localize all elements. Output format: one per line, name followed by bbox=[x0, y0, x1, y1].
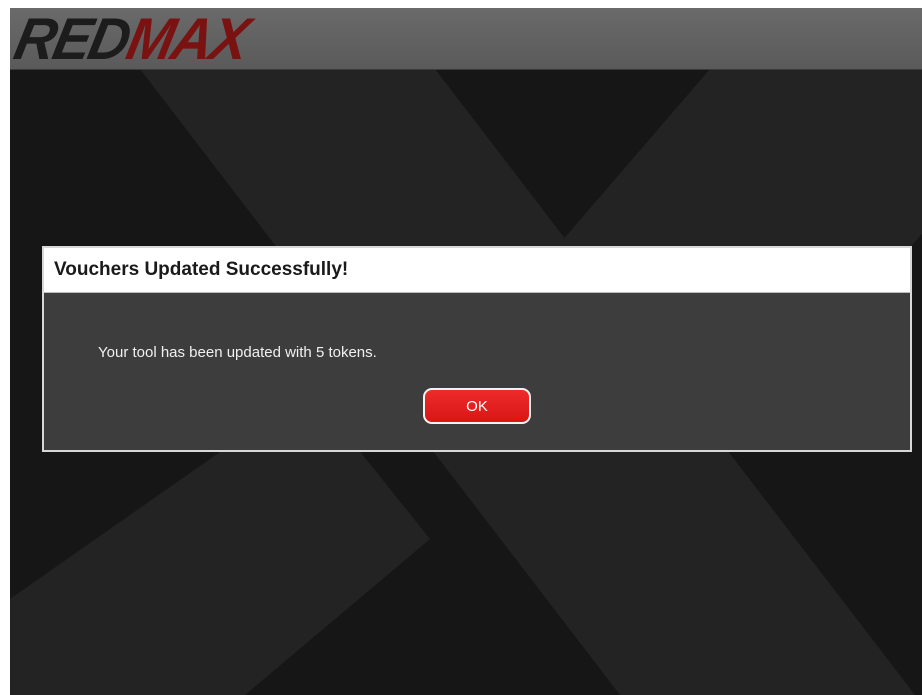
ok-button[interactable]: OK bbox=[423, 388, 531, 424]
redmax-logo: REDMAX bbox=[10, 8, 254, 72]
app-header: REDMAX bbox=[10, 8, 922, 72]
logo-red-text: RED bbox=[10, 8, 136, 72]
dialog-title: Vouchers Updated Successfully! bbox=[54, 259, 349, 280]
logo-max-text: MAX bbox=[121, 8, 254, 72]
dialog-title-bar: Vouchers Updated Successfully! bbox=[44, 248, 910, 293]
dialog-message: Your tool has been updated with 5 tokens… bbox=[98, 344, 377, 361]
app-screen: REDMAX Vouchers Updated Successfully! Yo… bbox=[10, 8, 922, 695]
success-dialog: Vouchers Updated Successfully! Your tool… bbox=[42, 246, 912, 452]
